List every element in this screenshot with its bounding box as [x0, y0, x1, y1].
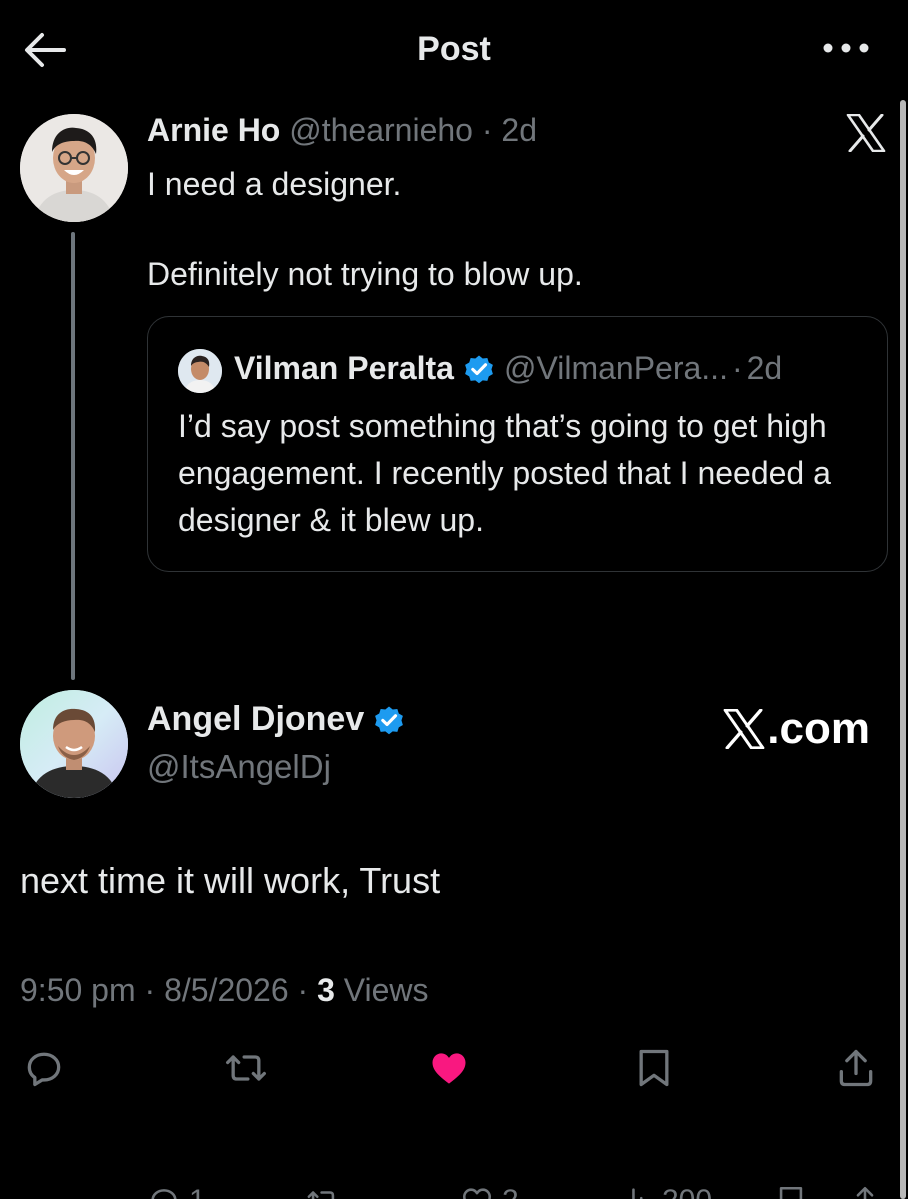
- avatar-image: [20, 114, 128, 222]
- avatar-image: [20, 690, 128, 798]
- reply-icon: [27, 1052, 61, 1087]
- like-count: 2: [502, 1184, 519, 1199]
- share-button[interactable]: [834, 1046, 878, 1090]
- repost-icon: [226, 1055, 266, 1081]
- parent-tweet-header: Arnie Ho @thearnieho · 2d: [147, 112, 537, 149]
- avatar-angel-djonev[interactable]: [20, 690, 128, 798]
- author-name[interactable]: Arnie Ho: [147, 112, 280, 148]
- post-time[interactable]: 2d: [501, 112, 537, 148]
- quoted-tweet-header: Vilman Peralta @VilmanPera... · 2d: [234, 350, 782, 387]
- separator-dot: ·: [297, 972, 309, 1008]
- quoted-tweet-card[interactable]: Vilman Peralta @VilmanPera... · 2d I’d s…: [147, 316, 888, 572]
- views-button[interactable]: 200: [620, 1184, 712, 1199]
- like-button[interactable]: [427, 1046, 471, 1090]
- x-com-watermark: .com: [723, 704, 870, 754]
- verified-badge-icon: [465, 355, 493, 383]
- share-button[interactable]: [848, 1184, 882, 1199]
- heart-outline-icon: [462, 1188, 492, 1199]
- avatar-image: [178, 349, 222, 393]
- main-tweet-text: next time it will work, Trust: [20, 860, 441, 901]
- post-time[interactable]: 9:50 pm: [20, 972, 136, 1008]
- bookmark-icon: [639, 1049, 669, 1087]
- analytics-icon: [632, 1188, 643, 1199]
- quoted-author-handle[interactable]: @VilmanPera...: [504, 350, 728, 387]
- tweet-text-line: I need a designer.: [147, 166, 402, 202]
- more-options-button[interactable]: [822, 36, 870, 60]
- separator-dot: ·: [481, 112, 493, 148]
- bookmark-button[interactable]: [632, 1046, 676, 1090]
- views-count: 200: [662, 1184, 712, 1199]
- tweet-text-line: Definitely not trying to blow up.: [147, 256, 583, 292]
- reply-button[interactable]: [22, 1046, 66, 1090]
- reply-icon: [151, 1189, 177, 1199]
- main-tweet-meta: 9:50 pm · 8/5/2026 · 3 Views: [20, 972, 429, 1009]
- quoted-author-name[interactable]: Vilman Peralta: [234, 350, 454, 387]
- views-count[interactable]: 3: [317, 972, 335, 1008]
- separator-dot: ·: [144, 972, 156, 1008]
- reply-button[interactable]: 1: [147, 1184, 206, 1199]
- x-logo-icon: [723, 709, 765, 749]
- repost-button[interactable]: [306, 1184, 340, 1199]
- separator-dot: ·: [731, 350, 743, 386]
- verified-badge-icon: [375, 706, 404, 734]
- main-author-handle[interactable]: @ItsAngelDj: [147, 748, 331, 786]
- quoted-tweet-text: I’d say post something that’s going to g…: [178, 408, 831, 538]
- main-author-name[interactable]: Angel Djonev: [147, 700, 364, 739]
- watermark-text: .com: [767, 704, 870, 753]
- heart-filled-icon: [432, 1053, 466, 1084]
- post-date[interactable]: 8/5/2026: [164, 972, 289, 1008]
- repost-icon: [307, 1191, 335, 1199]
- page-title: Post: [417, 30, 491, 68]
- main-author-name-row: Angel Djonev: [147, 700, 414, 739]
- quoted-post-time[interactable]: 2d: [747, 350, 783, 387]
- more-horizontal-icon: [823, 43, 869, 53]
- bookmark-icon: [779, 1186, 803, 1199]
- post-page: Post Arnie Ho @thearnieho · 2d I need a …: [0, 0, 908, 1199]
- parent-tweet-text: I need a designer. Definitely not trying…: [147, 162, 867, 297]
- author-handle[interactable]: @thearnieho: [289, 112, 473, 148]
- thread-connector-line: [71, 232, 75, 680]
- reply-count: 1: [189, 1184, 206, 1199]
- like-button[interactable]: 2: [460, 1184, 519, 1199]
- x-logo-icon: [846, 113, 886, 153]
- avatar-vilman-peralta[interactable]: [178, 349, 222, 393]
- share-icon: [839, 1049, 873, 1087]
- avatar-arnie-ho[interactable]: [20, 114, 128, 222]
- bookmark-button[interactable]: [774, 1184, 808, 1199]
- repost-button[interactable]: [224, 1046, 268, 1090]
- views-label[interactable]: Views: [344, 972, 429, 1008]
- share-icon: [856, 1186, 874, 1199]
- scrollbar[interactable]: [900, 100, 906, 1199]
